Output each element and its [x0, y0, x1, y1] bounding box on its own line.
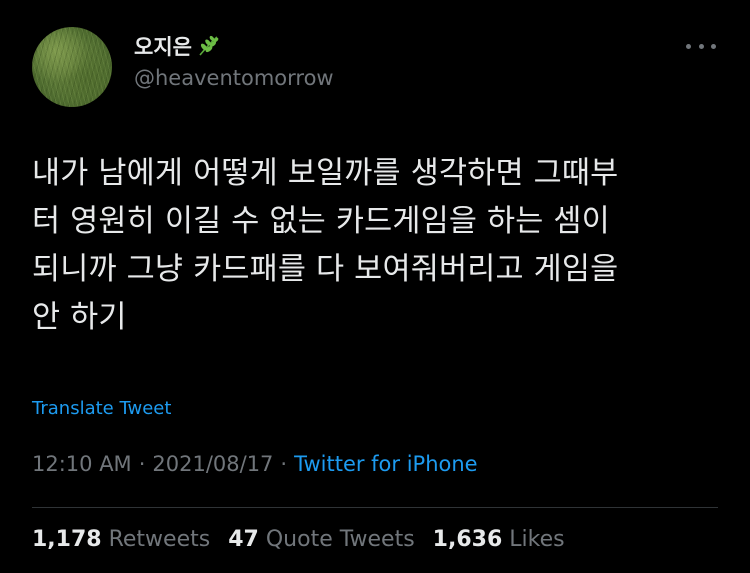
herb-leaf-icon: [196, 34, 220, 58]
retweets-stat[interactable]: 1,178 Retweets: [32, 527, 210, 552]
meta-separator: ·: [280, 452, 288, 476]
likes-stat[interactable]: 1,636 Likes: [433, 527, 565, 552]
dot: [711, 43, 716, 49]
likes-label: Likes: [509, 527, 565, 552]
author-name-row[interactable]: 오지은: [134, 31, 220, 61]
retweets-count: 1,178: [32, 527, 102, 552]
tweet-text: 내가 남에게 어떻게 보일까를 생각하면 그때부 터 영원히 이길 수 없는 카…: [32, 156, 619, 335]
likes-count: 1,636: [432, 527, 503, 552]
divider: [32, 507, 718, 508]
tweet-meta: 12:10 AM · 2021/08/17 · Twitter for iPho…: [32, 452, 478, 476]
tweet-date[interactable]: 2021/08/17: [152, 452, 273, 476]
tweet-source-link[interactable]: Twitter for iPhone: [294, 452, 478, 476]
retweets-label: Retweets: [108, 527, 211, 552]
meta-separator: ·: [138, 452, 146, 476]
quote-tweets-label: Quote Tweets: [265, 527, 415, 552]
translate-tweet-link[interactable]: Translate Tweet: [32, 398, 171, 419]
avatar[interactable]: [32, 27, 112, 107]
tweet-stats: 1,178 Retweets 47 Quote Tweets 1,636 Lik…: [32, 527, 583, 552]
quote-tweets-count: 47: [228, 527, 259, 552]
author-handle[interactable]: @heaventomorrow: [134, 66, 334, 90]
tweet-time[interactable]: 12:10 AM: [32, 452, 132, 476]
dot: [686, 43, 691, 49]
quote-tweets-stat[interactable]: 47 Quote Tweets: [228, 527, 414, 552]
author-display-name[interactable]: 오지은: [134, 31, 192, 61]
dot: [698, 43, 704, 49]
more-dots-icon[interactable]: [686, 38, 716, 54]
